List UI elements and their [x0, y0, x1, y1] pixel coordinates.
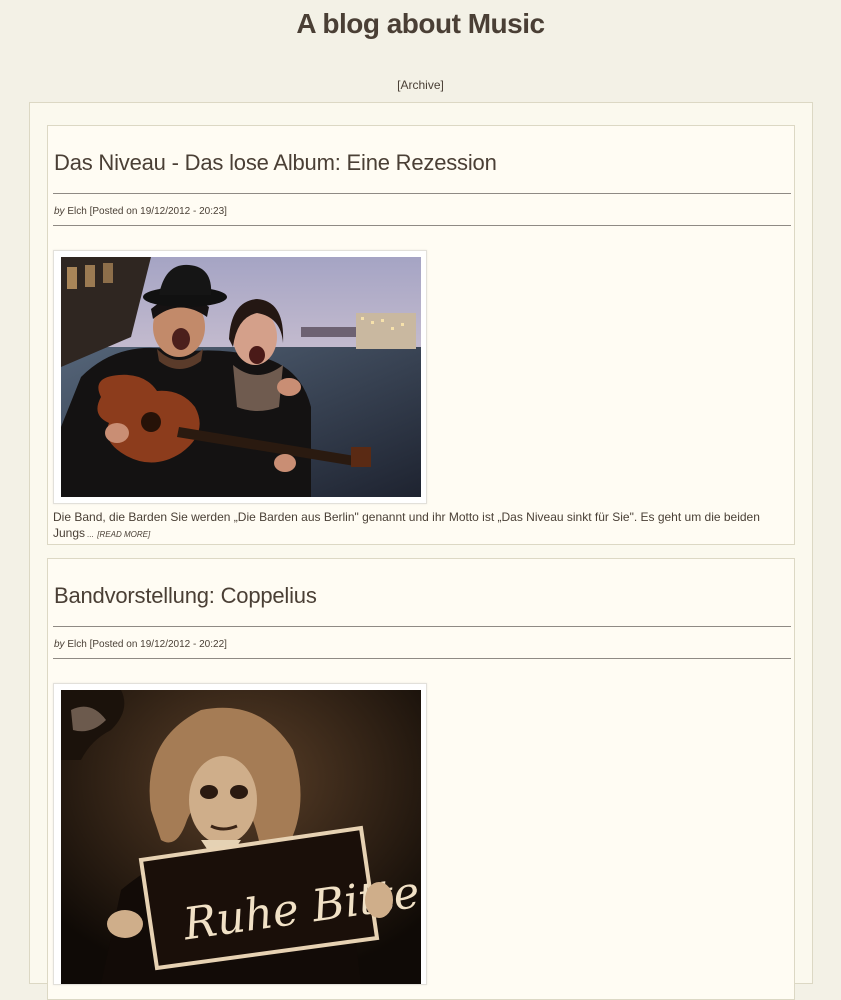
- main-content: Das Niveau - Das lose Album: Eine Rezess…: [29, 102, 813, 1000]
- divider: [53, 658, 791, 659]
- excerpt-ellipsis: ...: [85, 530, 94, 539]
- post-card: Das Niveau - Das lose Album: Eine Rezess…: [47, 125, 795, 545]
- divider: [53, 193, 791, 194]
- post-author[interactable]: Elch: [67, 639, 86, 650]
- post-title[interactable]: Bandvorstellung: Coppelius: [54, 583, 317, 609]
- post-image[interactable]: Ruhe Bitte: [53, 683, 427, 985]
- post-image[interactable]: [53, 250, 427, 504]
- post-photo: [61, 257, 421, 497]
- post-title[interactable]: Das Niveau - Das lose Album: Eine Rezess…: [54, 150, 497, 176]
- post-byline: by Elch [Posted on 19/12/2012 - 20:22]: [54, 639, 227, 650]
- post-author[interactable]: Elch: [67, 206, 86, 217]
- read-more-link[interactable]: [READ MORE]: [97, 530, 150, 539]
- by-label: by: [54, 639, 65, 650]
- excerpt-text: Die Band, die Barden Sie werden „Die Bar…: [53, 510, 760, 540]
- post-card: Bandvorstellung: Coppelius by Elch [Post…: [47, 558, 795, 1000]
- post-byline: by Elch [Posted on 19/12/2012 - 20:23]: [54, 206, 227, 217]
- post-date: [Posted on 19/12/2012 - 20:23]: [89, 206, 227, 217]
- coppelius-photo: Ruhe Bitte: [61, 690, 421, 984]
- site-title: A blog about Music: [296, 8, 545, 39]
- musicians-photo: [61, 257, 421, 497]
- archive-link[interactable]: [Archive]: [397, 78, 444, 92]
- post-date: [Posted on 19/12/2012 - 20:22]: [89, 639, 227, 650]
- post-excerpt: Die Band, die Barden Sie werden „Die Bar…: [53, 509, 793, 543]
- divider: [53, 225, 791, 226]
- by-label: by: [54, 206, 65, 217]
- site-header: A blog about Music [Archive]: [0, 0, 841, 102]
- divider: [53, 626, 791, 627]
- post-photo: Ruhe Bitte: [61, 690, 421, 984]
